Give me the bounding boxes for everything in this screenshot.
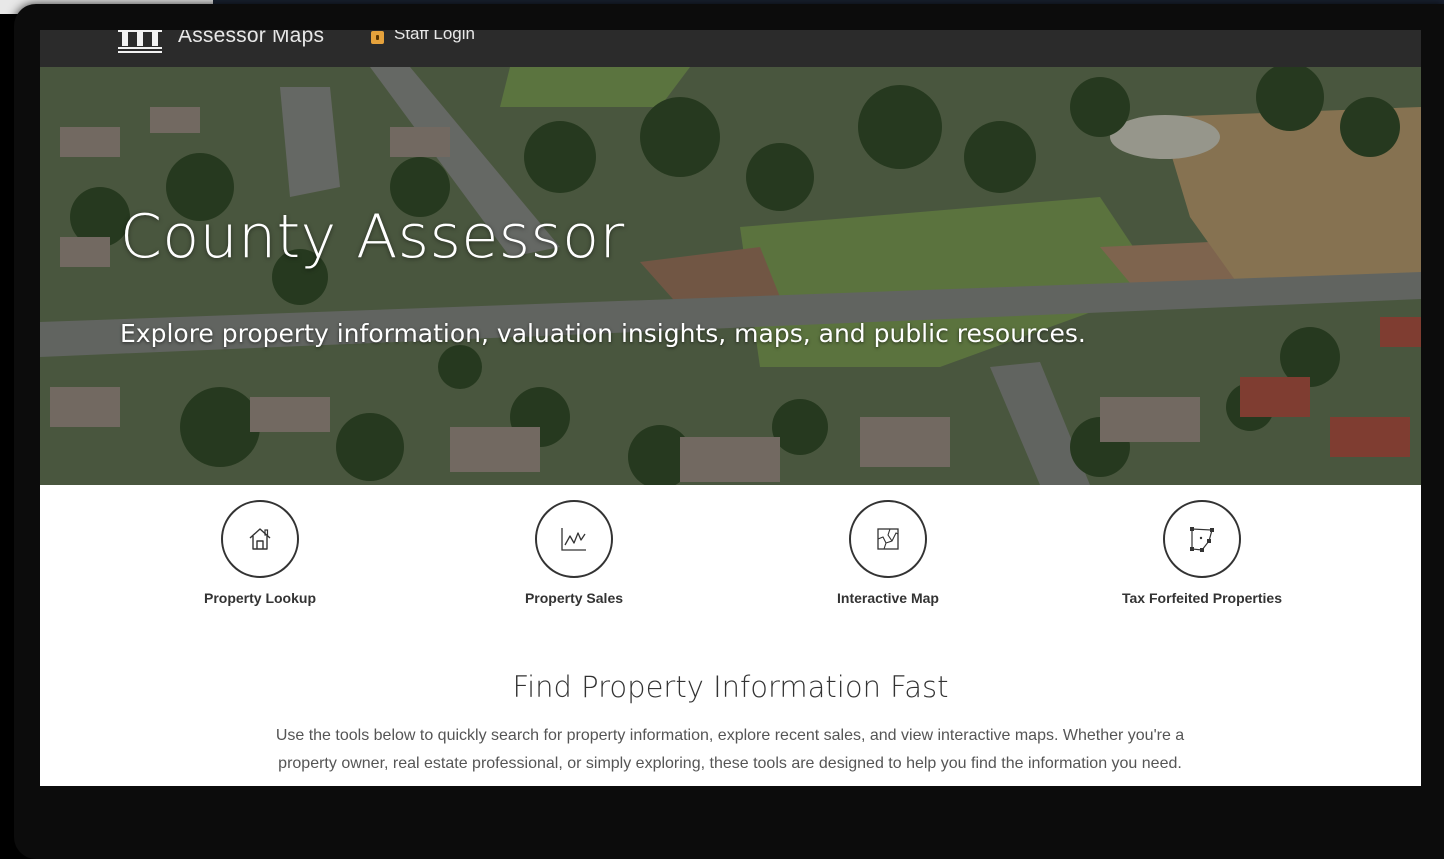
tool-property-sales[interactable]: Property Sales bbox=[454, 500, 694, 606]
tool-label: Tax Forfeited Properties bbox=[1121, 590, 1282, 606]
tool-label: Property Sales bbox=[524, 590, 624, 606]
tool-icon-circle bbox=[221, 500, 299, 578]
staff-login-link[interactable]: Staff Login bbox=[371, 30, 475, 44]
section-heading: Find Property Information Fast bbox=[512, 670, 949, 704]
tool-interactive-map[interactable]: Interactive Map bbox=[768, 500, 1008, 606]
courthouse-icon bbox=[118, 30, 162, 53]
tool-icon-circle bbox=[1163, 500, 1241, 578]
tool-icon-circle bbox=[535, 500, 613, 578]
map-icon bbox=[877, 528, 899, 550]
page-subtitle: Explore property information, valuation … bbox=[120, 319, 1086, 348]
brand-name: Assessor Maps bbox=[178, 30, 325, 47]
tool-property-lookup[interactable]: Property Lookup bbox=[140, 500, 380, 606]
brand-link[interactable]: Assessor Maps bbox=[118, 30, 324, 67]
tools-row: Property Lookup Property Sales Interacti… bbox=[40, 500, 1421, 620]
tool-tax-forfeited[interactable]: Tax Forfeited Properties bbox=[1082, 500, 1322, 606]
top-navbar: Assessor Maps Staff Login bbox=[40, 30, 1421, 67]
browser-viewport: Assessor Maps Staff Login County Assesso… bbox=[40, 30, 1421, 786]
sales-chart-icon bbox=[561, 528, 586, 551]
lock-icon bbox=[371, 30, 384, 44]
hero-overlay bbox=[40, 67, 1421, 485]
staff-login-label: Staff Login bbox=[394, 30, 475, 43]
tool-label: Property Lookup bbox=[203, 590, 316, 606]
tool-icon-circle bbox=[849, 500, 927, 578]
house-icon bbox=[249, 528, 271, 550]
hero-banner: County Assessor Explore property informa… bbox=[40, 67, 1421, 485]
section-description: Use the tools below to quickly search fo… bbox=[275, 727, 1185, 772]
tool-label: Interactive Map bbox=[837, 590, 939, 606]
page-title: County Assessor bbox=[120, 202, 625, 272]
parcel-polygon-icon bbox=[1190, 527, 1214, 552]
